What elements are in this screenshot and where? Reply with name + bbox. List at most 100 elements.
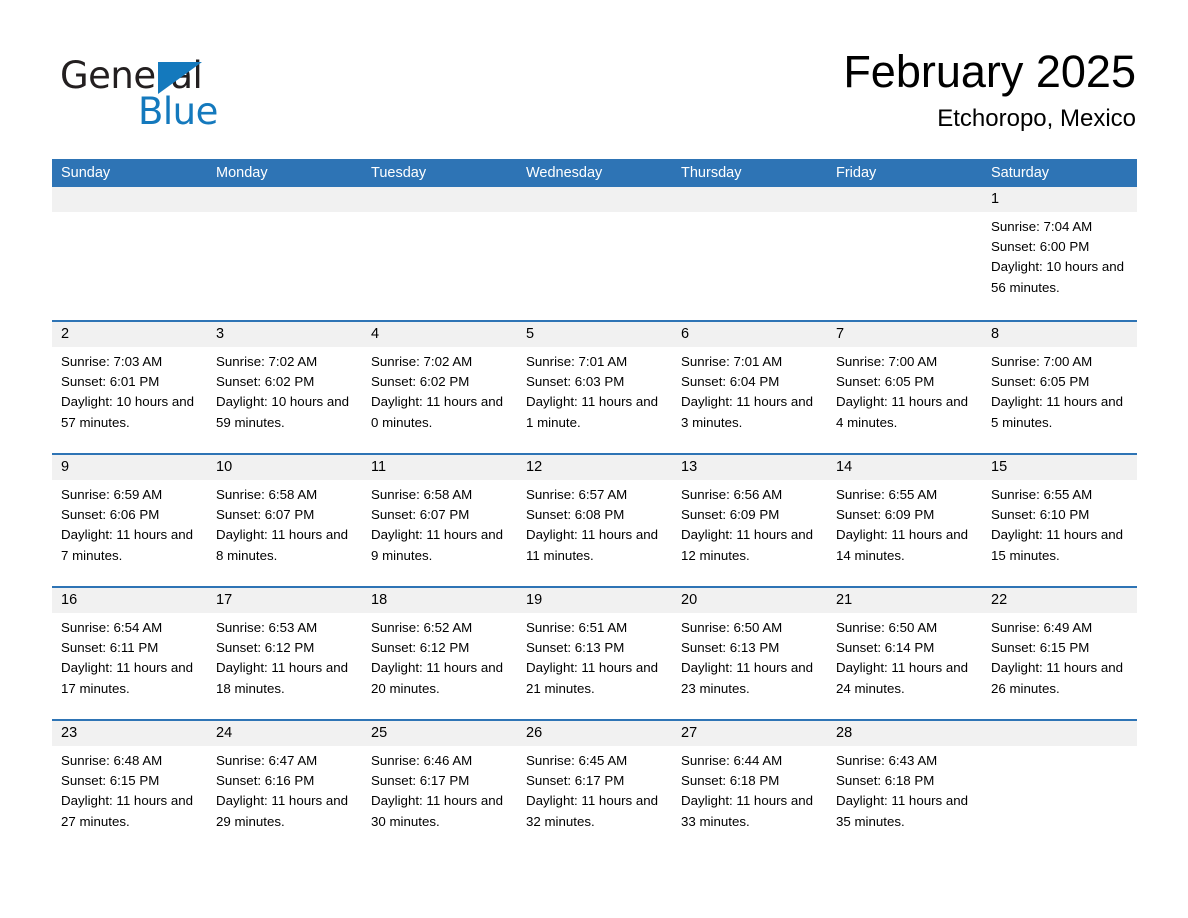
day-sun-info: Sunrise: 6:49 AM Sunset: 6:15 PM Daylight:… <box>982 613 1137 699</box>
sunrise-text: Sunrise: 7:04 AM <box>991 219 1093 234</box>
calendar-day-cell[interactable]: 8 Sunrise: 7:00 AM Sunset: 6:05 PM Daylight… <box>982 322 1137 453</box>
day-number: 22 <box>982 588 1137 613</box>
calendar-day-cell[interactable]: 13 Sunrise: 6:56 AM Sunset: 6:09 PM Dayligh… <box>672 455 827 586</box>
calendar-day-cell[interactable]: 22 Sunrise: 6:49 AM Sunset: 6:15 PM Dayligh… <box>982 588 1137 719</box>
weekday-header-row: Sunday Monday Tuesday Wednesday Thursday… <box>52 159 1137 187</box>
sunrise-text: Sunrise: 6:56 AM <box>681 487 783 502</box>
day-sun-info: Sunrise: 7:01 AM Sunset: 6:03 PM Daylight:… <box>517 347 672 433</box>
day-number: 7 <box>827 322 982 347</box>
calendar-day-cell[interactable]: 7 Sunrise: 7:00 AM Sunset: 6:05 PM Daylight… <box>827 322 982 453</box>
day-number: 25 <box>362 721 517 746</box>
daylight-text: Daylight: 11 hours and 14 minutes. <box>836 527 969 563</box>
day-sun-info: Sunrise: 6:54 AM Sunset: 6:11 PM Daylight:… <box>52 613 207 699</box>
day-number: 11 <box>362 455 517 480</box>
day-number <box>52 187 207 212</box>
calendar-day-cell[interactable]: 27 Sunrise: 6:44 AM Sunset: 6:18 PM Dayligh… <box>672 721 827 852</box>
sunrise-text: Sunrise: 6:55 AM <box>991 487 1093 502</box>
daylight-text: Daylight: 11 hours and 27 minutes. <box>61 793 194 829</box>
sunset-text: Sunset: 6:05 PM <box>991 374 1090 390</box>
day-sun-info: Sunrise: 6:56 AM Sunset: 6:09 PM Daylight:… <box>672 480 827 566</box>
day-number: 15 <box>982 455 1137 480</box>
day-number: 20 <box>672 588 827 613</box>
sunrise-text: Sunrise: 6:50 AM <box>836 620 938 635</box>
calendar-day-cell[interactable]: 17 Sunrise: 6:53 AM Sunset: 6:12 PM Dayligh… <box>207 588 362 719</box>
calendar-day-cell[interactable]: 5 Sunrise: 7:01 AM Sunset: 6:03 PM Daylight… <box>517 322 672 453</box>
day-number: 24 <box>207 721 362 746</box>
calendar-day-cell[interactable]: 18 Sunrise: 6:52 AM Sunset: 6:12 PM Dayligh… <box>362 588 517 719</box>
calendar-day-cell-empty <box>982 721 1137 852</box>
sunrise-text: Sunrise: 6:46 AM <box>371 753 473 768</box>
daylight-text: Daylight: 11 hours and 21 minutes. <box>526 660 659 696</box>
weeks-container: 1 Sunrise: 7:04 AM Sunset: 6:00 PM Daylight… <box>52 187 1137 852</box>
sunrise-text: Sunrise: 7:02 AM <box>371 354 473 369</box>
page-header: General Blue February 2025 Etchoropo, Me… <box>52 44 1136 154</box>
calendar-day-cell[interactable]: 16 Sunrise: 6:54 AM Sunset: 6:11 PM Dayligh… <box>52 588 207 719</box>
day-number: 10 <box>207 455 362 480</box>
calendar-day-cell[interactable]: 1 Sunrise: 7:04 AM Sunset: 6:00 PM Daylight… <box>982 187 1137 320</box>
day-sun-info: Sunrise: 6:52 AM Sunset: 6:12 PM Daylight:… <box>362 613 517 699</box>
day-sun-info: Sunrise: 7:02 AM Sunset: 6:02 PM Daylight:… <box>362 347 517 433</box>
day-number: 1 <box>982 187 1137 212</box>
calendar-grid: Sunday Monday Tuesday Wednesday Thursday… <box>52 159 1137 852</box>
calendar-day-cell[interactable]: 9 Sunrise: 6:59 AM Sunset: 6:06 PM Daylight… <box>52 455 207 586</box>
daylight-text: Daylight: 10 hours and 59 minutes. <box>216 394 350 430</box>
calendar-day-cell[interactable]: 2 Sunrise: 7:03 AM Sunset: 6:01 PM Daylight… <box>52 322 207 453</box>
day-sun-info: Sunrise: 7:04 AM Sunset: 6:00 PM Daylight:… <box>982 212 1137 298</box>
calendar-day-cell[interactable]: 20 Sunrise: 6:50 AM Sunset: 6:13 PM Dayligh… <box>672 588 827 719</box>
calendar-day-cell-empty <box>207 187 362 320</box>
day-number: 9 <box>52 455 207 480</box>
daylight-text: Daylight: 11 hours and 33 minutes. <box>681 793 814 829</box>
day-sun-info: Sunrise: 7:03 AM Sunset: 6:01 PM Daylight:… <box>52 347 207 433</box>
calendar-day-cell[interactable]: 11 Sunrise: 6:58 AM Sunset: 6:07 PM Dayligh… <box>362 455 517 586</box>
sunrise-text: Sunrise: 6:49 AM <box>991 620 1093 635</box>
calendar-day-cell[interactable]: 28 Sunrise: 6:43 AM Sunset: 6:18 PM Dayligh… <box>827 721 982 852</box>
calendar-day-cell[interactable]: 26 Sunrise: 6:45 AM Sunset: 6:17 PM Dayligh… <box>517 721 672 852</box>
day-number: 8 <box>982 322 1137 347</box>
sunset-text: Sunset: 6:16 PM <box>216 773 315 789</box>
calendar-day-cell[interactable]: 6 Sunrise: 7:01 AM Sunset: 6:04 PM Daylight… <box>672 322 827 453</box>
location-subtitle: Etchoropo, Mexico <box>937 105 1136 132</box>
calendar-day-cell[interactable]: 14 Sunrise: 6:55 AM Sunset: 6:09 PM Dayligh… <box>827 455 982 586</box>
daylight-text: Daylight: 11 hours and 7 minutes. <box>61 527 194 563</box>
calendar-day-cell[interactable]: 25 Sunrise: 6:46 AM Sunset: 6:17 PM Dayligh… <box>362 721 517 852</box>
sunrise-text: Sunrise: 6:58 AM <box>371 487 473 502</box>
sunset-text: Sunset: 6:08 PM <box>526 507 625 523</box>
calendar-day-cell[interactable]: 4 Sunrise: 7:02 AM Sunset: 6:02 PM Daylight… <box>362 322 517 453</box>
sunset-text: Sunset: 6:09 PM <box>836 507 935 523</box>
day-sun-info: Sunrise: 6:57 AM Sunset: 6:08 PM Daylight:… <box>517 480 672 566</box>
daylight-text: Daylight: 11 hours and 3 minutes. <box>681 394 814 430</box>
sunset-text: Sunset: 6:18 PM <box>681 773 780 789</box>
calendar-day-cell[interactable]: 21 Sunrise: 6:50 AM Sunset: 6:14 PM Dayligh… <box>827 588 982 719</box>
sunset-text: Sunset: 6:18 PM <box>836 773 935 789</box>
daylight-text: Daylight: 11 hours and 15 minutes. <box>991 527 1124 563</box>
day-sun-info: Sunrise: 7:01 AM Sunset: 6:04 PM Daylight:… <box>672 347 827 433</box>
sunrise-text: Sunrise: 6:45 AM <box>526 753 628 768</box>
day-number: 27 <box>672 721 827 746</box>
daylight-text: Daylight: 11 hours and 17 minutes. <box>61 660 194 696</box>
day-number: 4 <box>362 322 517 347</box>
sunrise-text: Sunrise: 7:03 AM <box>61 354 163 369</box>
calendar-day-cell[interactable]: 10 Sunrise: 6:58 AM Sunset: 6:07 PM Dayligh… <box>207 455 362 586</box>
calendar-day-cell[interactable]: 19 Sunrise: 6:51 AM Sunset: 6:13 PM Dayligh… <box>517 588 672 719</box>
day-sun-info: Sunrise: 6:51 AM Sunset: 6:13 PM Daylight:… <box>517 613 672 699</box>
calendar-day-cell-empty <box>362 187 517 320</box>
daylight-text: Daylight: 11 hours and 5 minutes. <box>991 394 1124 430</box>
sunrise-text: Sunrise: 6:48 AM <box>61 753 163 768</box>
sunrise-text: Sunrise: 6:55 AM <box>836 487 938 502</box>
day-number: 17 <box>207 588 362 613</box>
day-number <box>982 721 1137 746</box>
weekday-header-sunday: Sunday <box>61 165 111 181</box>
day-sun-info: Sunrise: 7:00 AM Sunset: 6:05 PM Daylight:… <box>827 347 982 433</box>
daylight-text: Daylight: 11 hours and 23 minutes. <box>681 660 814 696</box>
calendar-day-cell[interactable]: 12 Sunrise: 6:57 AM Sunset: 6:08 PM Dayligh… <box>517 455 672 586</box>
calendar-day-cell[interactable]: 15 Sunrise: 6:55 AM Sunset: 6:10 PM Dayligh… <box>982 455 1137 586</box>
calendar-day-cell[interactable]: 23 Sunrise: 6:48 AM Sunset: 6:15 PM Dayligh… <box>52 721 207 852</box>
calendar-day-cell[interactable]: 24 Sunrise: 6:47 AM Sunset: 6:16 PM Dayligh… <box>207 721 362 852</box>
day-number: 13 <box>672 455 827 480</box>
sunrise-text: Sunrise: 6:50 AM <box>681 620 783 635</box>
weekday-header-friday: Friday <box>836 165 877 181</box>
day-sun-info: Sunrise: 6:50 AM Sunset: 6:13 PM Daylight:… <box>672 613 827 699</box>
calendar-day-cell[interactable]: 3 Sunrise: 7:02 AM Sunset: 6:02 PM Daylight… <box>207 322 362 453</box>
daylight-text: Daylight: 11 hours and 24 minutes. <box>836 660 969 696</box>
sunset-text: Sunset: 6:09 PM <box>681 507 780 523</box>
